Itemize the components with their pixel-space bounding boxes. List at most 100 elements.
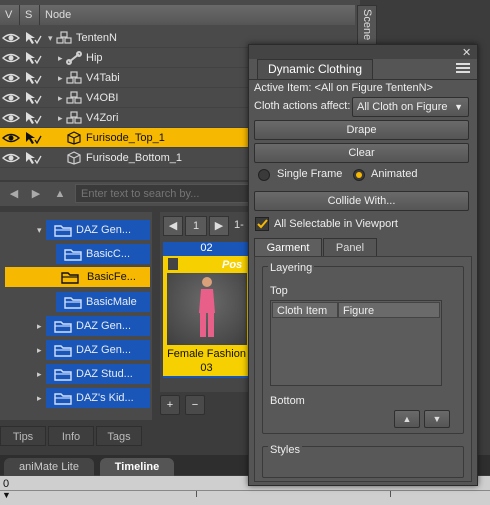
pointer-icon[interactable] [24,71,42,85]
expand-arrow-icon[interactable]: ▸ [58,48,63,68]
pointer-icon[interactable] [24,151,42,165]
single-frame-label: Single Frame [277,168,343,180]
back-arrow-icon[interactable]: ◀ [4,185,24,203]
animated-radio[interactable] [353,169,365,181]
scene-side-tab[interactable]: Scene [357,5,377,45]
page-next-icon[interactable]: ▶ [209,216,229,236]
eye-icon[interactable] [1,31,21,45]
tile-number: 03 [200,362,213,374]
expand-arrow-icon[interactable]: ▾ [37,225,42,236]
tree-item[interactable]: BasicC... [56,244,150,264]
column-cloth-item[interactable]: Cloth Item [272,302,338,318]
tree-item[interactable]: BasicMale [56,292,150,312]
tab-animate-lite[interactable]: aniMate Lite [4,458,94,476]
tree-item-label: DAZ Gen... [76,320,132,332]
tab-timeline[interactable]: Timeline [100,458,174,476]
expand-arrow-icon[interactable]: ▸ [37,369,42,380]
pointer-icon[interactable] [24,51,42,65]
page-prev-icon[interactable]: ◀ [163,216,183,236]
move-down-icon[interactable]: ▼ [424,410,450,428]
all-selectable-checkbox[interactable] [255,217,269,231]
clear-button[interactable]: Clear [254,143,469,163]
tab-garment[interactable]: Garment [254,238,322,257]
tree-item-label: DAZ Gen... [76,224,132,236]
panel-titlebar[interactable] [249,45,477,59]
tree-item[interactable]: DAZ Gen... [46,316,150,336]
folder-icon [54,344,72,357]
layering-label: Layering [268,262,315,274]
eye-icon[interactable] [1,111,21,125]
timeline-tick [196,491,197,497]
tree-item[interactable]: DAZ's Kid... [46,388,150,408]
column-node[interactable]: Node [40,5,355,25]
playhead-icon[interactable]: ▼ [2,490,11,500]
node-label: Furisode_Bottom_1 [86,152,182,164]
expand-arrow-icon[interactable]: ▸ [37,393,42,404]
tab-panel[interactable]: Panel [323,238,377,257]
all-selectable-label: All Selectable in Viewport [274,218,398,230]
collide-with-button[interactable]: Collide With... [254,191,469,211]
node-label: Hip [86,52,103,64]
tab-tips[interactable]: Tips [0,426,46,446]
node-label: Furisode_Top_1 [86,132,165,144]
node-label: TentenN [76,32,117,44]
cube-icon [66,151,82,165]
figure-icon [66,91,82,105]
expand-arrow-icon[interactable]: ▾ [48,28,53,48]
column-selectable[interactable]: S [20,5,40,25]
tree-item[interactable]: BasicFe... [5,267,150,287]
expand-arrow-icon[interactable]: ▸ [58,88,63,108]
affect-select[interactable]: All Cloth on Figure ▼ [352,97,469,117]
pointer-icon[interactable] [24,91,42,105]
eye-icon[interactable] [1,131,21,145]
page-number[interactable]: 1 [185,216,207,236]
tab-divider [249,79,477,80]
column-figure[interactable]: Figure [338,302,440,318]
tree-item-label: DAZ Gen... [76,344,132,356]
folder-icon [54,320,72,333]
chevron-down-icon: ▼ [454,102,463,112]
eye-icon[interactable] [1,51,21,65]
styles-label: Styles [268,444,302,456]
pointer-icon[interactable] [24,131,42,145]
timeline-ruler [0,490,490,491]
tree-item-label: BasicC... [86,248,131,260]
expand-arrow-icon[interactable]: ▸ [58,68,63,88]
close-icon[interactable]: ✕ [462,46,471,59]
folder-icon [64,248,82,261]
expand-arrow-icon[interactable]: ▸ [37,321,42,332]
animated-label: Animated [371,168,418,180]
menu-icon[interactable] [456,62,470,74]
expand-arrow-icon[interactable]: ▸ [37,345,42,356]
folder-icon [61,271,79,284]
move-up-icon[interactable]: ▲ [394,410,420,428]
eye-icon[interactable] [1,151,21,165]
node-label: V4Zori [86,112,119,124]
eye-icon[interactable] [1,91,21,105]
tab-tags[interactable]: Tags [96,426,142,446]
pointer-icon[interactable] [24,31,42,45]
tab-dynamic-clothing[interactable]: Dynamic Clothing [257,59,373,79]
single-frame-radio[interactable] [258,169,270,181]
tree-item[interactable]: DAZ Gen... [46,220,150,240]
folder-icon [54,224,72,237]
tree-item-label: DAZ's Kid... [76,392,134,404]
forward-arrow-icon[interactable]: ▶ [26,185,46,203]
tab-info[interactable]: Info [48,426,94,446]
column-visible[interactable]: V [0,5,20,25]
tree-item-label: BasicFe... [87,271,136,283]
tree-item[interactable]: DAZ Stud... [46,364,150,384]
drape-button[interactable]: Drape [254,120,469,140]
tree-item[interactable]: DAZ Gen... [46,340,150,360]
node-label: V4OBI [86,92,119,104]
tree-item-label: BasicMale [86,296,137,308]
folder-icon [64,296,82,309]
up-arrow-icon[interactable]: ▲ [50,185,70,203]
tree-item-label: DAZ Stud... [76,368,133,380]
eye-icon[interactable] [1,71,21,85]
library-search-input[interactable] [75,184,260,203]
pointer-icon[interactable] [24,111,42,125]
remove-button[interactable]: − [185,395,205,415]
expand-arrow-icon[interactable]: ▸ [58,108,63,128]
add-button[interactable]: + [160,395,180,415]
